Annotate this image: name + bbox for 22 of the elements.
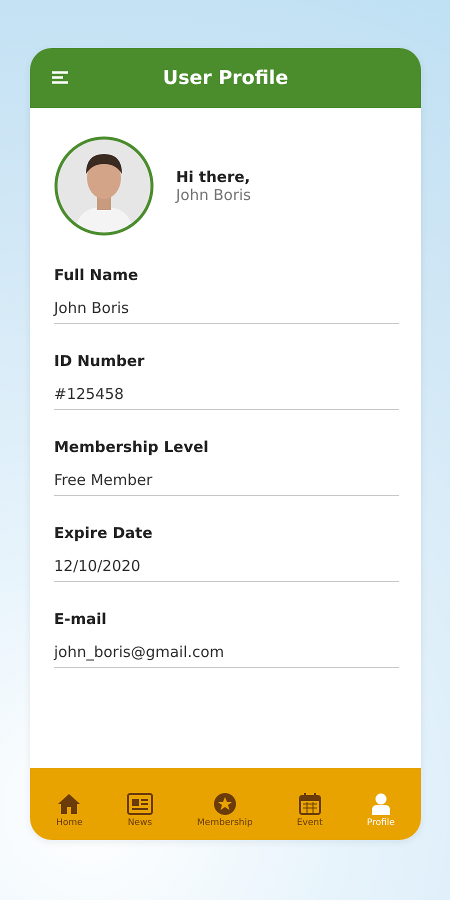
field-label: Full Name: [54, 266, 140, 284]
user-name: John Boris: [176, 186, 251, 204]
newspaper-icon: [126, 793, 153, 815]
greeting-text: Hi there,: [176, 168, 251, 186]
menu-icon[interactable]: [52, 71, 68, 84]
nav-tab[interactable]: News: [126, 793, 153, 828]
input-field[interactable]: 12/10/2020: [54, 557, 399, 582]
nav-tab[interactable]: Event: [296, 793, 323, 828]
home-icon: [57, 793, 82, 815]
calendar-icon: [298, 793, 321, 815]
nav-tab[interactable]: Membership: [197, 793, 253, 828]
input-field[interactable]: Free Member: [54, 471, 399, 496]
nav-tab[interactable]: Home: [56, 793, 83, 828]
header-title: User Profile: [162, 67, 288, 89]
person-icon: [370, 793, 391, 815]
field-label: E-mail: [54, 610, 108, 628]
input-field[interactable]: john_boris@gmail.com: [54, 643, 399, 668]
input-field[interactable]: John Boris: [54, 299, 399, 324]
field-label: Expire Date: [54, 524, 154, 542]
field-label: Membership Level: [54, 438, 210, 456]
input-field[interactable]: #125458: [54, 385, 399, 410]
field-label: ID Number: [54, 352, 146, 370]
